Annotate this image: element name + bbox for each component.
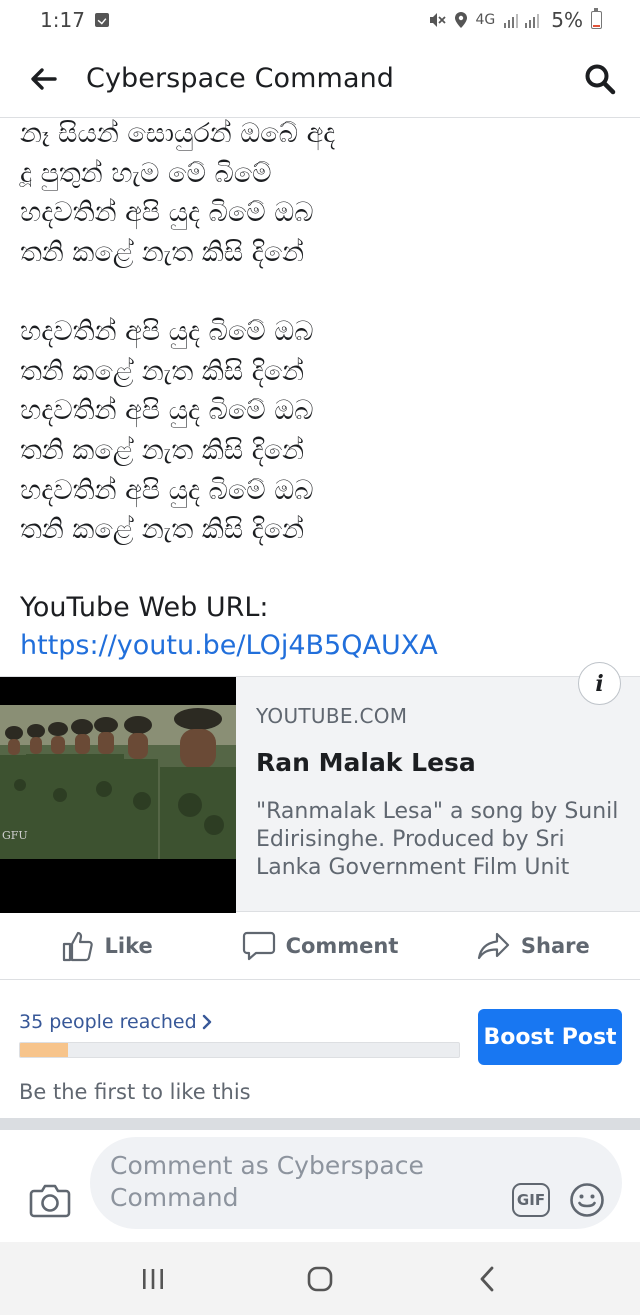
lyric-line: හදවතින් අපි යුද බිමේ ඔබ: [20, 395, 314, 427]
link-description: "Ranmalak Lesa" a song by Sunil Edirisin…: [256, 799, 619, 880]
battery-icon: [591, 8, 602, 29]
home-button[interactable]: [290, 1254, 350, 1304]
search-button[interactable]: [560, 40, 640, 118]
youtube-link[interactable]: https://youtu.be/LOj4B5QAUXA: [20, 628, 438, 664]
link-title[interactable]: Ran Malak Lesa: [256, 748, 476, 777]
back-nav-button[interactable]: [457, 1254, 517, 1304]
boost-post-button[interactable]: Boost Post: [478, 1009, 622, 1065]
lyric-line: තනි කළේ නැත කිසි දිනේ: [20, 434, 305, 466]
info-button[interactable]: i: [578, 662, 621, 705]
reach-progress-fill: [20, 1043, 69, 1057]
gif-button[interactable]: GIF: [512, 1183, 550, 1217]
chevron-left-icon: [480, 1266, 494, 1291]
share-label: Share: [520, 933, 590, 958]
like-label: Like: [104, 933, 153, 958]
location-icon: [454, 12, 467, 28]
share-button[interactable]: Share: [427, 929, 640, 963]
battery-percent: 5%: [551, 8, 583, 32]
first-like-text: Be the first to like this: [19, 1080, 251, 1104]
video-thumbnail[interactable]: GFU: [0, 677, 236, 913]
lyric-line: හදවතින් අපි යුද බිමේ ඔබ: [20, 315, 314, 347]
reach-progress-bar: [19, 1042, 460, 1058]
camera-icon[interactable]: [28, 1178, 72, 1222]
chevron-right-icon: [202, 1014, 211, 1030]
soldiers-illustration: GFU: [0, 705, 236, 859]
status-time: 1:17: [40, 8, 85, 32]
lyric-line: නෑ සියන් සොයුරන් ඔබේ අද: [20, 118, 336, 149]
lyric-line: හදවතින් අපි යුද බිමේ ඔබ: [20, 474, 314, 506]
recent-apps-icon: [143, 1268, 164, 1289]
lyric-line: දූ පුතුන් හැම මේ බිමේ: [20, 157, 272, 189]
section-divider: [0, 1118, 640, 1130]
checkbox-notification-icon: [94, 13, 109, 27]
page-title: Cyberspace Command: [86, 63, 395, 94]
thumbnail-watermark: GFU: [2, 829, 28, 842]
network-type: 4G: [475, 12, 496, 28]
share-arrow-icon: [477, 932, 509, 959]
system-nav-bar: [0, 1242, 640, 1315]
emoji-icon[interactable]: [569, 1182, 605, 1218]
back-button[interactable]: [0, 40, 86, 118]
recent-apps-button[interactable]: [123, 1254, 183, 1304]
post-text: නෑ සියන් සොයුරන් ඔබේ අද දූ පුතුන් හැම මේ…: [20, 114, 620, 666]
comment-button[interactable]: Comment: [213, 929, 426, 963]
like-button[interactable]: Like: [0, 929, 213, 963]
link-domain: YOUTUBE.COM: [256, 704, 408, 728]
arrow-left-icon: [31, 67, 57, 90]
comment-bubble-icon: [242, 931, 275, 960]
youtube-label: YouTube Web URL:: [20, 592, 269, 624]
thumbnail-image: GFU: [0, 705, 236, 859]
signal-icon: [504, 14, 540, 28]
search-icon: [585, 64, 616, 94]
comment-label: Comment: [285, 933, 399, 958]
mute-icon: [429, 13, 446, 27]
status-bar: 1:17 4G 5%: [0, 0, 640, 40]
reach-text: 35 people reached: [19, 1011, 197, 1033]
lyric-line: තනි කළේ නැත කිසි දිනේ: [20, 514, 305, 546]
comment-placeholder: Comment as Cyberspace Command: [110, 1151, 424, 1212]
post-actions: Like Comment Share: [0, 912, 640, 980]
lyric-line: තනි කළේ නැත කිසි දිනේ: [20, 237, 305, 269]
app-bar: Cyberspace Command: [0, 40, 640, 118]
thumbs-up-icon: [62, 931, 93, 961]
reach-link[interactable]: 35 people reached: [19, 1011, 213, 1033]
lyric-line: හදවතින් අපි යුද බිමේ ඔබ: [20, 197, 314, 229]
lyric-line: තනි කළේ නැත කිසි දිනේ: [20, 355, 305, 387]
home-icon: [307, 1266, 333, 1291]
